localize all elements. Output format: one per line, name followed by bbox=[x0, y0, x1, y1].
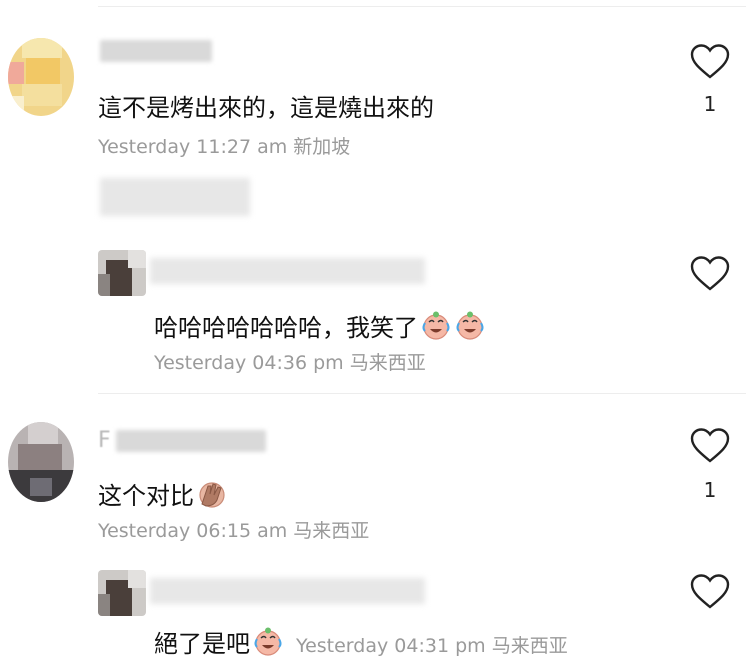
reply-meta: Yesterday 04:36 pm 马来西亚 bbox=[154, 348, 426, 375]
like-heart-icon[interactable] bbox=[690, 256, 730, 292]
reply-text: 絕了是吧 Yesterday 04:31 pm 马来西亚 bbox=[154, 624, 568, 659]
comment-meta: Yesterday 11:27 am 新加坡 bbox=[98, 132, 350, 159]
like-heart-icon[interactable] bbox=[690, 574, 730, 610]
crying-laughing-face-emoji bbox=[254, 627, 282, 656]
avatar[interactable] bbox=[98, 570, 146, 616]
facepalm-emoji bbox=[199, 482, 225, 508]
crying-laughing-face-emoji bbox=[422, 311, 450, 340]
crying-laughing-face-emoji bbox=[456, 311, 484, 340]
like-heart-icon[interactable] bbox=[690, 428, 730, 464]
comment-location: 马来西亚 bbox=[293, 520, 370, 542]
divider bbox=[98, 393, 746, 394]
reply-time: Yesterday 04:31 pm bbox=[296, 635, 486, 657]
avatar[interactable] bbox=[98, 250, 146, 296]
reply-meta: Yesterday 04:31 pm 马来西亚 bbox=[296, 635, 568, 657]
divider bbox=[98, 6, 746, 7]
view-replies-link[interactable] bbox=[100, 178, 250, 216]
like-count: 1 bbox=[703, 478, 717, 502]
username-redacted[interactable] bbox=[100, 40, 212, 62]
reply-text-content: 哈哈哈哈哈哈哈，我笑了 bbox=[154, 314, 418, 342]
comment-text: 这个对比 bbox=[98, 476, 228, 511]
reply-location: 马来西亚 bbox=[349, 352, 426, 374]
comment-text: 這不是烤出來的，這是燒出來的 bbox=[98, 94, 434, 122]
like-count: 1 bbox=[703, 92, 717, 116]
like-heart-icon[interactable] bbox=[690, 44, 730, 80]
reply-text-content: 絕了是吧 bbox=[154, 630, 250, 658]
username-redacted[interactable] bbox=[150, 258, 425, 284]
comment-meta: Yesterday 06:15 am 马来西亚 bbox=[98, 516, 369, 543]
avatar[interactable] bbox=[8, 422, 74, 502]
avatar[interactable] bbox=[8, 38, 74, 116]
reply-location: 马来西亚 bbox=[491, 635, 568, 657]
username-redacted[interactable] bbox=[116, 430, 266, 452]
username-initial[interactable]: F bbox=[98, 428, 111, 453]
comment-text-content: 这个对比 bbox=[98, 482, 194, 510]
comment-location: 新加坡 bbox=[293, 136, 351, 158]
reply-time: Yesterday 04:36 pm bbox=[154, 352, 344, 374]
comment-time: Yesterday 06:15 am bbox=[98, 520, 288, 542]
username-redacted[interactable] bbox=[150, 578, 425, 604]
reply-text: 哈哈哈哈哈哈哈，我笑了 bbox=[154, 308, 486, 343]
comment-time: Yesterday 11:27 am bbox=[98, 136, 288, 158]
